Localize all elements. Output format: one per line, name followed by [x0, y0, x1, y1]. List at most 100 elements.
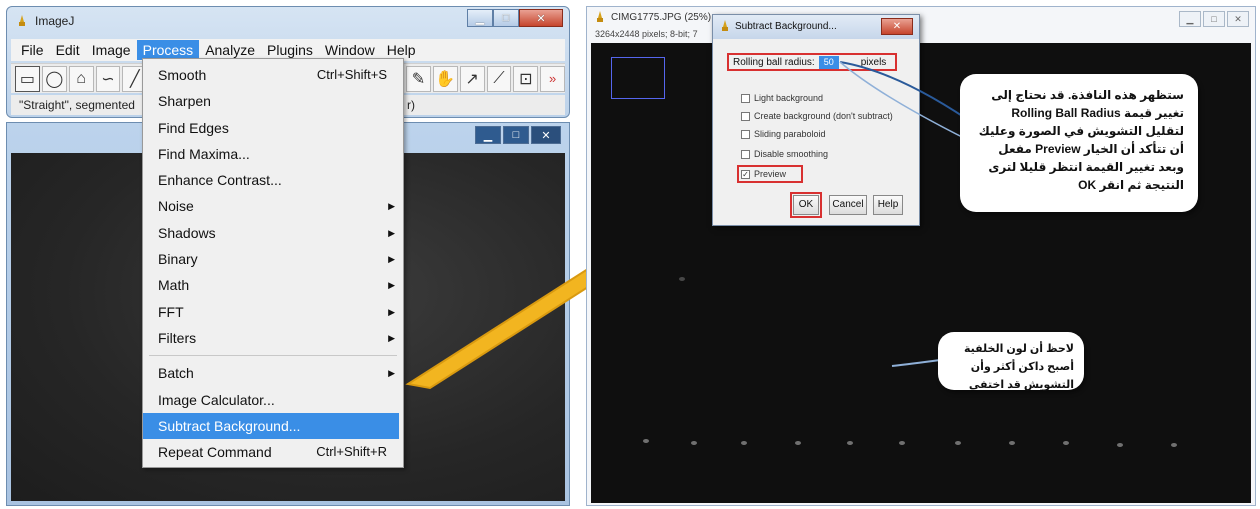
menu-item-label: Binary [158, 251, 198, 268]
create-background-checkbox[interactable] [741, 111, 750, 121]
close-icon: ✕ [1234, 13, 1242, 24]
roi-rectangle[interactable] [611, 57, 665, 99]
option-label: Light background [754, 93, 824, 103]
dialog-close-button[interactable]: ✕ [881, 18, 913, 35]
instruction-callout: ستظهر هذه النافذة. قد نحتاج إلى تغيير قي… [960, 74, 1198, 212]
status-tail: r) [407, 98, 415, 112]
maximize-icon: □ [502, 12, 510, 24]
menu-item-label: Image Calculator... [158, 391, 275, 408]
menu-item-find-maxima[interactable]: Find Maxima... [143, 141, 403, 167]
maximize-icon: □ [512, 129, 520, 141]
spot [1171, 443, 1177, 447]
spot [955, 441, 961, 445]
process-menu-dropdown: Smooth Ctrl+Shift+S Sharpen Find Edges Fi… [142, 58, 404, 468]
menu-item-enhance-contrast[interactable]: Enhance Contrast... [143, 167, 403, 193]
more-tools-icon[interactable]: » [540, 65, 566, 92]
spot [899, 441, 905, 445]
result-maximize-button[interactable]: □ [1203, 11, 1225, 27]
menu-item-label: Repeat Command [158, 444, 272, 461]
menu-item-batch[interactable]: Batch ▶ [143, 360, 403, 386]
close-icon: ✕ [541, 129, 551, 142]
help-button[interactable]: Help [873, 195, 903, 215]
close-button[interactable]: ✕ [519, 9, 563, 27]
menu-item-label: Batch [158, 365, 194, 382]
window-title: ImageJ [35, 14, 75, 28]
menu-item-fft[interactable]: FFT ▶ [143, 299, 403, 325]
rolling-ball-radius-label: Rolling ball radius: [733, 56, 815, 68]
rolling-ball-radius-input[interactable] [818, 55, 839, 69]
menu-window[interactable]: Window [319, 40, 381, 60]
menu-item-shadows[interactable]: Shadows ▶ [143, 220, 403, 246]
result-minimize-button[interactable]: ▁ [1179, 11, 1201, 27]
spot [795, 441, 801, 445]
result-note-callout: لاحظ أن لون الخلفية أصبح داكن أكثر وأن ا… [938, 332, 1084, 391]
picker-tool-icon[interactable]: ↗ [459, 65, 485, 92]
menu-item-noise[interactable]: Noise ▶ [143, 193, 403, 219]
menu-item-label: Math [158, 277, 190, 294]
menu-item-sharpen[interactable]: Sharpen [143, 88, 403, 114]
menu-item-label: Find Edges [158, 119, 229, 136]
result-window-info: 3264x2448 pixels; 8-bit; 7 [595, 29, 698, 39]
option-disable-smoothing[interactable]: Disable smoothing [741, 149, 828, 159]
imagej-app-icon [722, 20, 728, 31]
option-sliding-paraboloid[interactable]: Sliding paraboloid [741, 129, 826, 139]
result-window-titlebar[interactable]: CIMG1775.JPG (25%) [595, 11, 711, 23]
polygon-tool-icon[interactable]: ⌂ [68, 65, 94, 92]
image-maximize-button[interactable]: □ [503, 126, 529, 144]
maximize-button[interactable]: □ [493, 9, 519, 27]
dialog-titlebar[interactable]: Subtract Background... ✕ [713, 15, 919, 39]
oval-tool-icon[interactable]: ◯ [41, 65, 67, 92]
menu-item-label: Enhance Contrast... [158, 172, 282, 189]
menu-help[interactable]: Help [381, 40, 422, 60]
preview-checkbox[interactable]: ✓ [741, 169, 750, 179]
rectangle-tool-icon[interactable]: ▭ [15, 65, 40, 92]
minimize-button[interactable]: ▁ [467, 9, 493, 27]
dropper-tool-icon[interactable]: ✎ [405, 65, 431, 92]
menu-item-find-edges[interactable]: Find Edges [143, 115, 403, 141]
menu-item-label: Noise [158, 198, 194, 215]
ok-button[interactable]: OK [790, 192, 822, 218]
menu-item-subtract-background[interactable]: Subtract Background... [143, 412, 399, 440]
result-window-controls: ▁ □ ✕ [1179, 11, 1249, 27]
zoom-tool-icon[interactable]: ⊡ [513, 65, 539, 92]
hand-tool-icon[interactable]: ✋ [432, 65, 458, 92]
minimize-icon: ▁ [1186, 13, 1194, 24]
menu-plugins[interactable]: Plugins [261, 40, 319, 60]
option-label: Preview [754, 169, 787, 179]
menu-item-filters[interactable]: Filters ▶ [143, 325, 403, 351]
status-text: "Straight", segmented [19, 98, 135, 112]
menu-process[interactable]: Process [136, 40, 200, 60]
cancel-button[interactable]: Cancel [829, 195, 867, 215]
stacked-tool-icon[interactable]: ⟋ [486, 65, 512, 92]
menu-item-repeat-command[interactable]: Repeat Command Ctrl+Shift+R [143, 439, 403, 465]
option-light-background[interactable]: Light background [741, 93, 823, 103]
spot [691, 441, 697, 445]
maximize-icon: □ [1211, 14, 1217, 24]
option-create-background[interactable]: Create background (don't subtract) [741, 111, 893, 121]
result-window-title: CIMG1775.JPG (25%) [611, 11, 712, 23]
menu-edit[interactable]: Edit [50, 40, 86, 60]
menu-item-image-calculator[interactable]: Image Calculator... [143, 387, 403, 413]
freehand-tool-icon[interactable]: ∽ [95, 65, 121, 92]
result-close-button[interactable]: ✕ [1227, 11, 1249, 27]
spot [1063, 441, 1069, 445]
menu-separator [149, 355, 397, 357]
imagej-app-icon [19, 15, 25, 26]
menu-file[interactable]: File [15, 40, 50, 60]
spot [1009, 441, 1015, 445]
option-preview[interactable]: ✓ Preview [741, 169, 786, 179]
menu-image[interactable]: Image [86, 40, 137, 60]
menu-item-smooth[interactable]: Smooth Ctrl+Shift+S [143, 62, 403, 88]
sliding-paraboloid-checkbox[interactable] [741, 129, 750, 139]
spot [679, 277, 685, 281]
menu-analyze[interactable]: Analyze [199, 40, 261, 60]
image-close-button[interactable]: ✕ [531, 126, 561, 144]
image-minimize-button[interactable]: ▁ [475, 126, 501, 144]
menu-item-binary[interactable]: Binary ▶ [143, 246, 403, 272]
option-label: Disable smoothing [754, 149, 829, 159]
radius-unit-label: pixels [860, 56, 887, 68]
light-background-checkbox[interactable] [741, 93, 750, 103]
menu-item-math[interactable]: Math ▶ [143, 272, 403, 298]
disable-smoothing-checkbox[interactable] [741, 149, 750, 159]
menu-item-label: Find Maxima... [158, 145, 250, 162]
